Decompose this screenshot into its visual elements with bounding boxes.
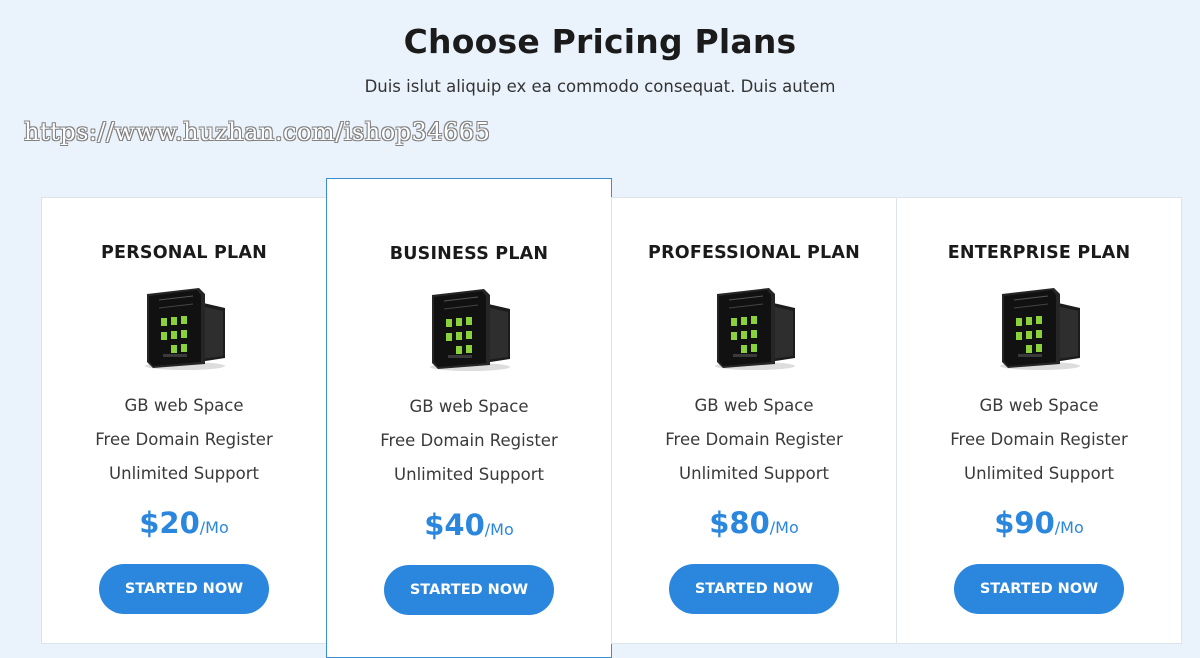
price: $20/Mo [42, 506, 326, 540]
started-now-button[interactable]: STARTED NOW [384, 565, 554, 615]
price-amount: $20 [139, 506, 200, 540]
pricing-card-professional: PROFESSIONAL PLAN GB web Space Free Doma… [611, 197, 897, 644]
price: $90/Mo [897, 506, 1181, 540]
page-title: Choose Pricing Plans [403, 22, 797, 61]
plan-name: ENTERPRISE PLAN [947, 243, 1131, 263]
started-now-button[interactable]: STARTED NOW [954, 564, 1124, 614]
plan-name: BUSINESS PLAN [389, 244, 549, 264]
started-now-button[interactable]: STARTED NOW [669, 564, 839, 614]
server-icon [145, 288, 225, 370]
feature-item: Unlimited Support [109, 464, 259, 483]
plan-name: PROFESSIONAL PLAN [648, 243, 860, 263]
feature-item: Free Domain Register [95, 430, 273, 449]
feature-item: GB web Space [409, 397, 529, 416]
feature-item: GB web Space [694, 396, 814, 415]
plan-name: PERSONAL PLAN [101, 243, 267, 263]
feature-item: Free Domain Register [380, 431, 558, 450]
server-icon [430, 289, 510, 371]
price-unit: /Mo [199, 518, 229, 537]
price-amount: $80 [709, 506, 770, 540]
watermark-text: https://www.huzhan.com/ishop34665 [24, 118, 491, 146]
feature-item: Unlimited Support [964, 464, 1114, 483]
page-subtitle: Duis islut aliquip ex ea commodo consequ… [364, 77, 836, 96]
server-icon [1000, 288, 1080, 370]
pricing-card-enterprise: ENTERPRISE PLAN GB web Space Free Domain… [896, 197, 1182, 644]
price-amount: $40 [424, 508, 485, 542]
price: $80/Mo [612, 506, 896, 540]
price-unit: /Mo [484, 520, 514, 539]
price: $40/Mo [327, 508, 611, 542]
feature-item: GB web Space [124, 396, 244, 415]
feature-item: Unlimited Support [394, 465, 544, 484]
price-unit: /Mo [1054, 518, 1084, 537]
started-now-button[interactable]: STARTED NOW [99, 564, 269, 614]
pricing-card-personal: PERSONAL PLAN GB web Space Free Domain R… [41, 197, 327, 644]
feature-item: Free Domain Register [665, 430, 843, 449]
price-amount: $90 [994, 506, 1055, 540]
feature-item: Free Domain Register [950, 430, 1128, 449]
server-icon [715, 288, 795, 370]
pricing-card-business: BUSINESS PLAN GB web Space Free Domain R… [326, 178, 612, 658]
feature-item: Unlimited Support [679, 464, 829, 483]
feature-item: GB web Space [979, 396, 1099, 415]
price-unit: /Mo [769, 518, 799, 537]
